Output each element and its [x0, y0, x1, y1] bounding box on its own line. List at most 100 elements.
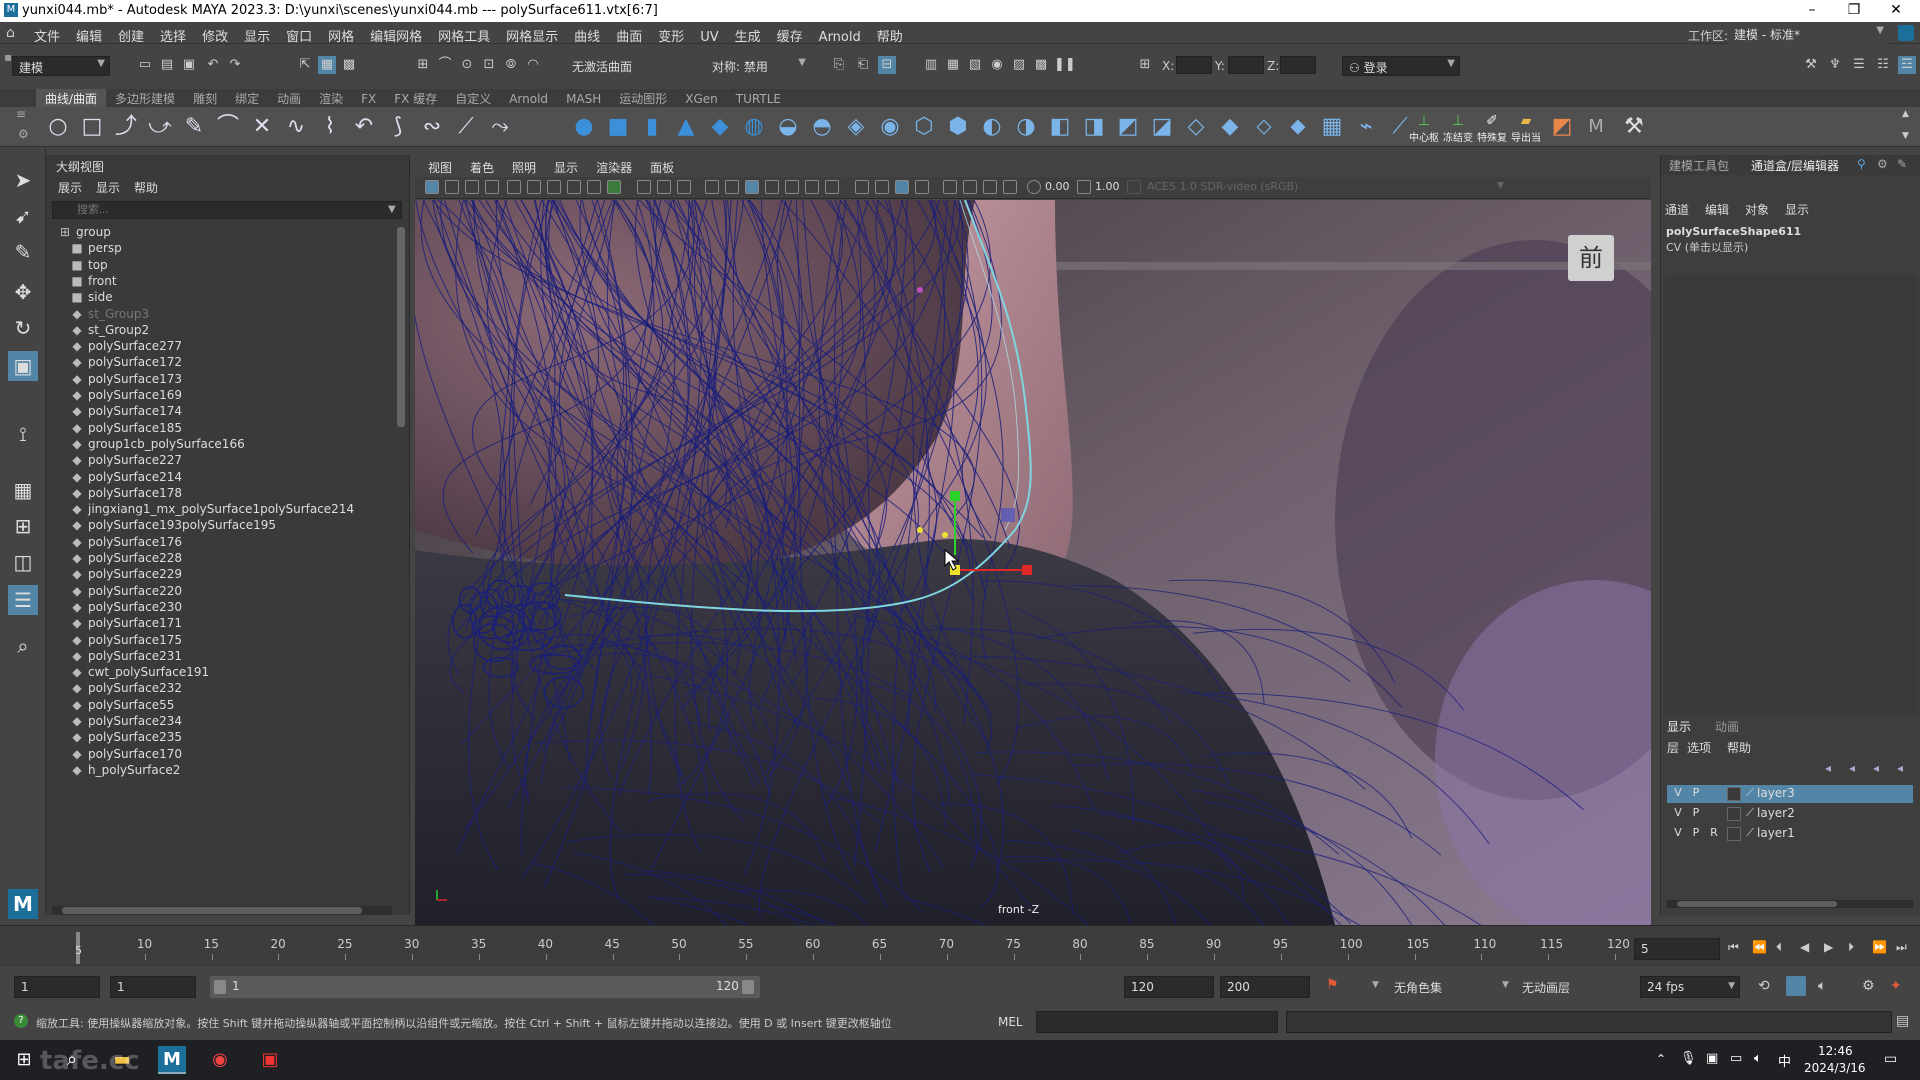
- attribute-editor-icon[interactable]: ☰: [1850, 56, 1868, 74]
- layer-color-swatch[interactable]: [1727, 787, 1741, 801]
- offset-curve-icon[interactable]: ⟆: [384, 113, 412, 141]
- nurbs-sphere-icon[interactable]: ●: [570, 113, 598, 141]
- menu-item[interactable]: 编辑: [68, 22, 110, 45]
- xray-mode-icon[interactable]: [963, 180, 977, 194]
- nurbs-cylinder-icon[interactable]: ▮: [638, 113, 666, 141]
- layer-row[interactable]: V P R ⟋ layer1: [1667, 825, 1913, 843]
- chevron-down-icon[interactable]: ▼: [1502, 980, 1509, 990]
- rotate-tool-icon[interactable]: ↻: [8, 313, 38, 343]
- channel-box-icon[interactable]: ☲: [1898, 56, 1916, 74]
- menu-item[interactable]: 曲线: [566, 22, 608, 45]
- image-plane-icon[interactable]: [485, 180, 499, 194]
- gamma-icon[interactable]: [1077, 180, 1091, 194]
- scene-end-field[interactable]: 200: [1220, 976, 1310, 998]
- playback-end-field[interactable]: 120: [1124, 976, 1214, 998]
- exposure-field[interactable]: 0.00: [1045, 180, 1070, 193]
- bookmark-icon[interactable]: [465, 180, 479, 194]
- freeze-transform-button[interactable]: ⊥ 冻结变: [1442, 113, 1474, 144]
- layer-row[interactable]: V P ⟋ layer3: [1667, 785, 1913, 803]
- attach-surfaces-icon[interactable]: ◇: [1182, 113, 1210, 141]
- outliner-search-input[interactable]: [52, 201, 402, 219]
- new-scene-icon[interactable]: ▭: [136, 56, 154, 74]
- detach-surfaces-icon[interactable]: ◆: [1216, 113, 1244, 141]
- scene-start-field[interactable]: 1: [14, 976, 100, 998]
- step-forward-frame-icon[interactable]: ⏵: [1848, 940, 1854, 955]
- menu-item[interactable]: 网格工具: [430, 22, 498, 45]
- menu-item[interactable]: 编辑网格: [362, 22, 430, 45]
- modeling-toolkit-icon[interactable]: ⚒: [1802, 56, 1820, 74]
- layer-hscrollbar[interactable]: [1667, 900, 1913, 908]
- construction-history-icon[interactable]: ⎘: [830, 56, 848, 74]
- panel-menu-item[interactable]: 渲染器: [587, 155, 641, 176]
- collapse-icon[interactable]: ▪: [4, 50, 12, 64]
- script-language-toggle[interactable]: MEL: [998, 1015, 1023, 1029]
- snap-point-icon[interactable]: ⊙: [458, 56, 476, 74]
- ambient-occlusion-icon[interactable]: [855, 180, 869, 194]
- camera-attributes-icon[interactable]: [445, 180, 459, 194]
- menu-item[interactable]: 曲面: [608, 22, 650, 45]
- shelf-tab[interactable]: 雕刻: [184, 89, 226, 107]
- panel-menu-item[interactable]: 面板: [641, 155, 683, 176]
- nurbs-torus-icon[interactable]: ◍: [740, 113, 768, 141]
- tab-display-layers[interactable]: 显示: [1667, 718, 1691, 735]
- shelf-menu-icon[interactable]: ≡: [16, 107, 26, 121]
- clock-time[interactable]: 12:46: [1818, 1044, 1853, 1058]
- wireframe-on-shaded-icon[interactable]: [745, 180, 759, 194]
- microphone-icon[interactable]: 🎙︎: [1680, 1051, 1697, 1066]
- rebuild-surface-icon[interactable]: ⌁: [1352, 113, 1380, 141]
- ime-indicator[interactable]: 中: [1778, 1051, 1791, 1070]
- new-layer-selected-icon[interactable]: ◂: [1897, 761, 1903, 775]
- windows-start-icon[interactable]: ⊞: [10, 1046, 38, 1074]
- nurbs-plane-icon[interactable]: ◆: [706, 113, 734, 141]
- motion-blur-icon[interactable]: [875, 180, 889, 194]
- snap-view-icon[interactable]: ⊡: [480, 56, 498, 74]
- cb-menu-edit[interactable]: 编辑: [1705, 201, 1729, 218]
- restore-button[interactable]: ❐: [1834, 2, 1874, 18]
- square-surface-icon[interactable]: ◑: [1012, 113, 1040, 141]
- center-pivot-button[interactable]: ⊥ 中心枢: [1408, 113, 1440, 144]
- rebuild-curve-icon[interactable]: ∾: [418, 113, 446, 141]
- live-surface-field[interactable]: 无激活曲面: [566, 56, 662, 76]
- move-tool-icon[interactable]: ✥: [8, 277, 38, 307]
- shadows-icon[interactable]: [805, 180, 819, 194]
- play-backward-icon[interactable]: ◀: [1800, 940, 1809, 954]
- outliner-scrollbar[interactable]: [396, 225, 406, 905]
- menu-item[interactable]: 网格: [320, 22, 362, 45]
- manip-plane-handle[interactable]: [1001, 508, 1015, 522]
- outliner-menu-show[interactable]: 显示: [96, 179, 120, 196]
- menu-item[interactable]: 修改: [194, 22, 236, 45]
- menu-item[interactable]: UV: [692, 26, 726, 45]
- shelf-tab[interactable]: FX 缓存: [385, 89, 446, 107]
- network-icon[interactable]: ▭: [1730, 1051, 1742, 1066]
- menu-item[interactable]: 生成: [727, 22, 769, 45]
- xray-active-icon[interactable]: [983, 180, 997, 194]
- layer-playback-toggle[interactable]: P: [1689, 786, 1703, 799]
- scale-tool-icon[interactable]: ▣: [8, 351, 38, 381]
- chevron-down-icon[interactable]: ▼: [388, 204, 396, 215]
- layer-color-swatch[interactable]: [1727, 827, 1741, 841]
- open-close-icon[interactable]: ⬦: [1250, 113, 1278, 141]
- shelf-scroll-down-icon[interactable]: ▼: [1902, 131, 1909, 141]
- layer-visible-toggle[interactable]: V: [1671, 806, 1685, 819]
- select-hierarchy-icon[interactable]: ⇱: [296, 56, 314, 74]
- cv-point[interactable]: [942, 532, 948, 538]
- layer-color-swatch[interactable]: [1727, 807, 1741, 821]
- range-handle-start[interactable]: [214, 980, 226, 994]
- two-d-pan-icon[interactable]: [507, 180, 521, 194]
- special-duplicate-button[interactable]: ✐ 特殊复: [1476, 113, 1508, 144]
- x-field[interactable]: [1176, 56, 1212, 74]
- shelf-tab[interactable]: 渲染: [310, 89, 352, 107]
- shelf-tab[interactable]: 曲线/曲面: [36, 89, 107, 107]
- intersect-icon[interactable]: ◨: [1080, 113, 1108, 141]
- tab-modeling-toolkit[interactable]: 建模工具包: [1669, 157, 1729, 174]
- z-field[interactable]: [1280, 56, 1316, 74]
- extrude-icon[interactable]: ◉: [876, 113, 904, 141]
- fps-dropdown[interactable]: 24 fps ▼: [1640, 976, 1740, 998]
- close-button[interactable]: ✕: [1876, 2, 1916, 18]
- step-forward-key-icon[interactable]: ⏩: [1872, 940, 1887, 954]
- shelf-scroll-up-icon[interactable]: ▲: [1902, 109, 1909, 119]
- redo-icon[interactable]: ↷: [226, 56, 244, 74]
- layer-row[interactable]: V P ⟋ layer2: [1667, 805, 1913, 823]
- maya-logo-icon[interactable]: M: [8, 889, 38, 919]
- open-scene-icon[interactable]: ▤: [158, 56, 176, 74]
